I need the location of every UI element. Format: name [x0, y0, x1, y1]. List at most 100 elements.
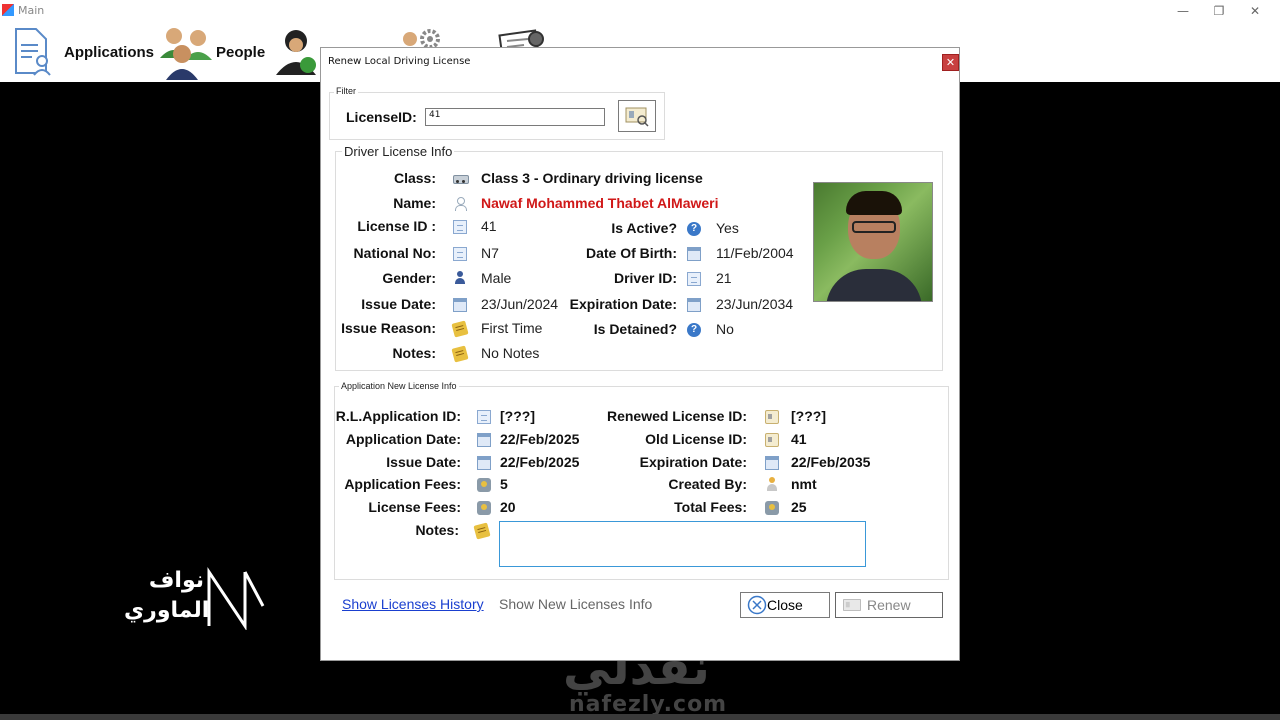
- class-value: Class 3 - Ordinary driving license: [481, 170, 703, 186]
- driver-license-info-title: Driver License Info: [342, 144, 455, 159]
- close-main-button[interactable]: ✕: [1240, 2, 1270, 20]
- main-titlebar: Main — ❐ ✕: [0, 0, 1280, 22]
- money-icon: [765, 501, 779, 515]
- driver-id-value: 21: [716, 270, 732, 286]
- find-license-button[interactable]: [618, 100, 656, 132]
- license-card-icon: [765, 433, 779, 447]
- user-icon: [765, 477, 779, 491]
- filter-groupbox: Filter LicenseID: 41: [329, 86, 665, 140]
- calendar-icon: [453, 298, 467, 312]
- renewed-license-id-value: [???]: [791, 408, 826, 424]
- is-detained-label: Is Detained?: [593, 321, 677, 337]
- money-icon: [477, 478, 491, 492]
- application-fees-value: 5: [500, 476, 508, 492]
- app-issue-date-value: 22/Feb/2025: [500, 454, 580, 470]
- notes-value: No Notes: [481, 345, 540, 361]
- gender-value: Male: [481, 270, 512, 286]
- rl-application-id-label: R.L.Application ID:: [335, 408, 461, 424]
- calendar-icon: [687, 298, 701, 312]
- license-card-icon: [765, 410, 779, 424]
- gender-label: Gender:: [382, 270, 436, 286]
- close-circle-icon: [747, 595, 767, 615]
- money-icon: [477, 501, 491, 515]
- renew-button[interactable]: Renew: [835, 592, 943, 618]
- id-card-icon: [477, 410, 491, 424]
- total-fees-label: Total Fees:: [674, 499, 747, 515]
- expiration-date-label: Expiration Date:: [569, 296, 677, 312]
- application-info-title: Application New License Info: [339, 381, 459, 391]
- is-active-label: Is Active?: [611, 220, 677, 236]
- national-no-label: National No:: [353, 245, 436, 261]
- license-search-icon: [625, 107, 649, 127]
- application-date-label: Application Date:: [345, 431, 461, 447]
- drivers-icon: [276, 30, 316, 75]
- license-renew-icon: [843, 599, 861, 611]
- license-fees-value: 20: [500, 499, 516, 515]
- rl-application-id-value: [???]: [500, 408, 535, 424]
- calendar-icon: [687, 247, 701, 261]
- filter-title: Filter: [334, 86, 358, 96]
- total-fees-value: 25: [791, 499, 807, 515]
- old-license-id-label: Old License ID:: [645, 431, 747, 447]
- toolbar-applications[interactable]: Applications: [10, 22, 154, 82]
- renew-license-dialog: Renew Local Driving License ✕ Filter Lic…: [320, 47, 960, 661]
- toolbar-people-label: People: [216, 43, 266, 61]
- dialog-title: Renew Local Driving License: [328, 56, 471, 67]
- class-label: Class:: [393, 170, 436, 186]
- show-new-licenses-info-link[interactable]: Show New Licenses Info: [499, 596, 652, 612]
- driver-photo: [813, 182, 933, 302]
- people-group-icon: [160, 28, 212, 80]
- show-licenses-history-link[interactable]: Show Licenses History: [342, 596, 484, 612]
- license-id-value: 41: [481, 218, 497, 234]
- renew-button-label: Renew: [867, 597, 911, 613]
- car-icon: [453, 172, 469, 186]
- application-fees-label: Application Fees:: [344, 476, 461, 492]
- author-name-line1: نواف: [148, 568, 204, 593]
- filter-licenseid-label: LicenseID:: [346, 109, 417, 125]
- renewed-license-id-label: Renewed License ID:: [606, 408, 747, 424]
- dialog-close-button[interactable]: ✕: [942, 54, 959, 71]
- name-value: Nawaf Mohammed Thabet AlMaweri: [481, 195, 719, 211]
- application-date-value: 22/Feb/2025: [500, 431, 580, 447]
- question-icon: ?: [687, 222, 701, 236]
- app-expiration-date-label: Expiration Date:: [639, 454, 747, 470]
- author-logo-mark: [207, 567, 265, 630]
- author-logo-text: نواف الماوري: [124, 566, 210, 626]
- is-detained-value: No: [716, 321, 734, 337]
- gender-person-icon: [453, 271, 467, 285]
- issue-date-label: Issue Date:: [361, 296, 436, 312]
- app-issue-date-label: Issue Date:: [386, 454, 461, 470]
- minimize-button[interactable]: —: [1168, 2, 1198, 20]
- close-button[interactable]: Close: [740, 592, 830, 618]
- calendar-icon: [477, 456, 491, 470]
- dob-label: Date Of Birth:: [586, 245, 677, 261]
- application-notes-input[interactable]: [499, 521, 866, 567]
- main-window-title: Main: [18, 4, 45, 17]
- person-outline-icon: [453, 197, 467, 211]
- expiration-date-value: 23/Jun/2034: [716, 296, 794, 312]
- driver-id-label: Driver ID:: [613, 270, 677, 286]
- created-by-value: nmt: [791, 476, 817, 492]
- question-icon: ?: [687, 323, 701, 337]
- calendar-icon: [477, 433, 491, 447]
- toolbar-people[interactable]: People: [158, 22, 265, 82]
- license-id-label: License ID :: [357, 218, 436, 234]
- id-card-icon: [687, 272, 701, 286]
- issue-date-value: 23/Jun/2024: [481, 296, 559, 312]
- license-id-input[interactable]: 41: [425, 108, 605, 126]
- toolbar-applications-label: Applications: [64, 43, 155, 61]
- app-notes-label: Notes:: [415, 522, 459, 538]
- dob-value: 11/Feb/2004: [716, 245, 794, 261]
- toolbar-drivers[interactable]: [274, 22, 322, 82]
- calendar-icon: [765, 456, 779, 470]
- app-icon: [2, 4, 14, 16]
- issue-reason-value: First Time: [481, 320, 543, 336]
- close-button-label: Close: [767, 597, 803, 613]
- notes-label: Notes:: [392, 345, 436, 361]
- author-name-line2: الماوري: [124, 598, 210, 623]
- id-card-icon: [453, 220, 467, 234]
- maximize-button[interactable]: ❐: [1204, 2, 1234, 20]
- taskbar-strip: [0, 714, 1280, 720]
- name-label: Name:: [393, 195, 436, 211]
- issue-reason-label: Issue Reason:: [341, 320, 436, 336]
